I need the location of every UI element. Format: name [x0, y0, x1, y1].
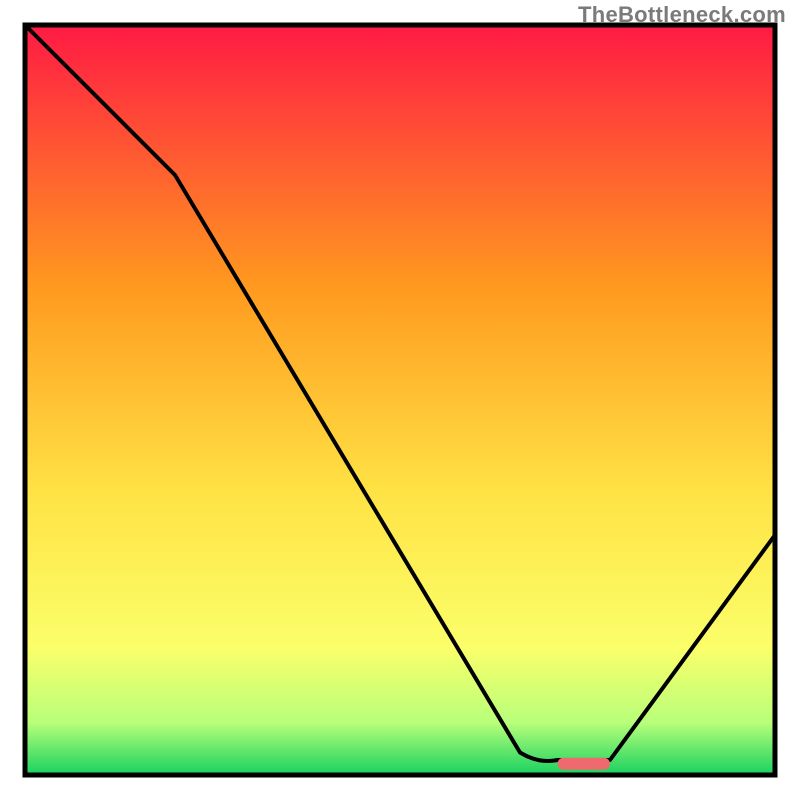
watermark-text: TheBottleneck.com: [578, 2, 786, 28]
chart-container: TheBottleneck.com: [0, 0, 800, 800]
bottleneck-chart: [0, 0, 800, 800]
optimal-range-marker: [558, 758, 611, 770]
